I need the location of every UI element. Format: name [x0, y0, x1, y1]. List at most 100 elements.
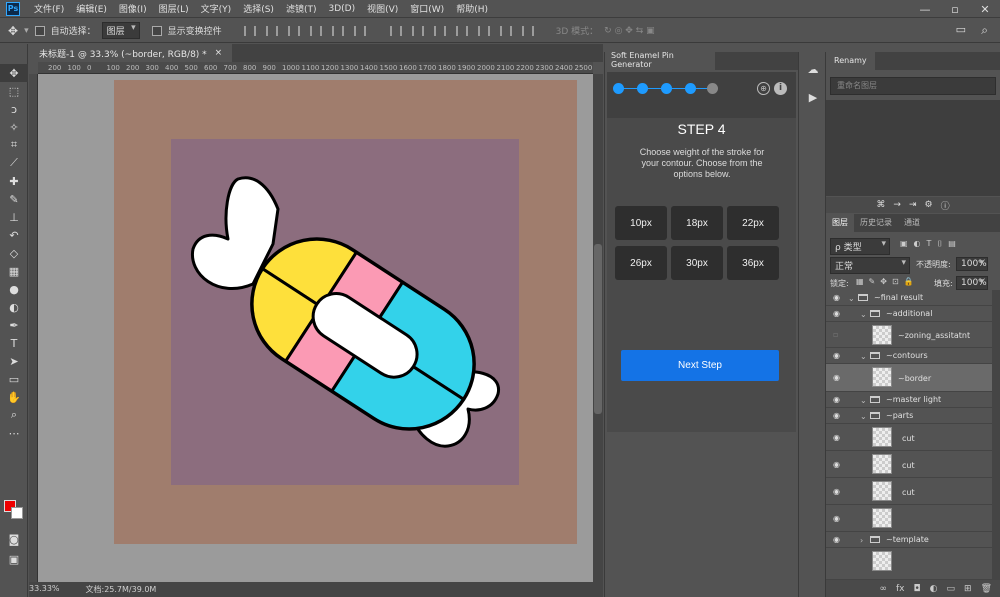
3d-orbit-icon[interactable]: ↻ ◎ ✥ ⇆ ▣ [604, 26, 654, 36]
align-left-icon[interactable] [309, 25, 322, 36]
rename-icon[interactable]: ⌘ [876, 200, 885, 210]
type-tool-icon[interactable]: T [0, 334, 28, 352]
menu-filter[interactable]: 滤镜(T) [280, 2, 323, 15]
layer-row[interactable] [826, 548, 992, 580]
expand-chevron-icon[interactable]: ⌄ [860, 412, 867, 421]
stroke-10px-button[interactable]: 10px [615, 206, 667, 240]
info-small-icon[interactable]: ⓘ [941, 199, 950, 212]
new-group-icon[interactable]: ▭ [947, 584, 956, 594]
step-dot-1[interactable] [613, 83, 624, 94]
lock-icons[interactable]: ▦✎✥⊡🔒 [856, 277, 919, 286]
stroke-30px-button[interactable]: 30px [671, 246, 723, 280]
brush-tool-icon[interactable]: ✎ [0, 190, 28, 208]
blur-tool-icon[interactable]: ● [0, 280, 28, 298]
search-icon[interactable]: ⌕ [981, 23, 988, 38]
lasso-tool-icon[interactable]: ↄ [0, 100, 28, 118]
arrow-right-icon[interactable]: → [893, 200, 901, 210]
restore-icon[interactable]: ▫ [940, 0, 970, 18]
globe-icon[interactable]: ⊕ [757, 82, 770, 95]
history-brush-tool-icon[interactable]: ↶ [0, 226, 28, 244]
renamy-search-input[interactable]: 重命名图层 [830, 77, 996, 95]
visibility-eye-icon[interactable]: ◉ [833, 487, 840, 496]
expand-chevron-icon[interactable]: › [860, 536, 863, 545]
tab-layers[interactable]: 图层 [826, 214, 854, 232]
clone-stamp-tool-icon[interactable]: ⊥ [0, 208, 28, 226]
vertical-scrollbar[interactable] [593, 74, 603, 582]
visibility-eye-icon[interactable]: ◉ [833, 309, 840, 318]
close-tab-icon[interactable]: × [215, 48, 223, 58]
visibility-eye-icon[interactable]: ◉ [833, 373, 840, 382]
marquee-tool-icon[interactable]: ⬚ [0, 82, 28, 100]
quick-mask-icon[interactable]: ◙ [0, 530, 28, 548]
libraries-icon[interactable]: ☁ [803, 60, 823, 78]
eraser-tool-icon[interactable]: ◇ [0, 244, 28, 262]
stroke-22px-button[interactable]: 22px [727, 206, 779, 240]
step-dot-4[interactable] [685, 83, 696, 94]
pen-tool-icon[interactable]: ✒ [0, 316, 28, 334]
distribute-vcenter-icon[interactable] [411, 25, 424, 36]
tool-preset-chevron-icon[interactable]: ▾ [24, 26, 29, 36]
visibility-eye-icon[interactable]: ◉ [833, 351, 840, 360]
layer-row[interactable]: ◉ cut [826, 451, 992, 478]
document-tab[interactable]: 未标题-1 @ 33.3% (~border, RGB/8) * × [29, 44, 233, 62]
menu-file[interactable]: 文件(F) [28, 2, 70, 15]
visibility-eye-icon[interactable]: ◉ [833, 411, 840, 420]
renamy-tab[interactable]: Renamy [826, 52, 875, 70]
layer-row[interactable]: ▫ ~zoning_assitatnt [826, 322, 992, 348]
menu-help[interactable]: 帮助(H) [450, 2, 494, 15]
visibility-eye-off-icon[interactable]: ▫ [833, 330, 838, 339]
workspace-icon[interactable]: ▭ [956, 23, 966, 36]
layer-row[interactable]: ◉ ⌄ ~additional [826, 306, 992, 322]
move-tool-icon[interactable]: ✥ [8, 24, 18, 38]
screen-mode-icon[interactable]: ▣ [0, 550, 28, 568]
eyedropper-tool-icon[interactable]: ⟋ [0, 154, 28, 172]
align-vcenter-icon[interactable] [265, 25, 278, 36]
distribute-left-icon[interactable] [455, 25, 468, 36]
shape-tool-icon[interactable]: ▭ [0, 370, 28, 388]
visibility-eye-icon[interactable]: ◉ [833, 395, 840, 404]
distribute-top-icon[interactable] [389, 25, 402, 36]
menu-select[interactable]: 选择(S) [237, 2, 280, 15]
link-layers-icon[interactable]: ∞ [880, 584, 888, 594]
visibility-eye-icon[interactable]: ◉ [833, 293, 840, 302]
visibility-eye-icon[interactable]: ◉ [833, 460, 840, 469]
layer-row[interactable]: ◉ ⌄ ~contours [826, 348, 992, 364]
expand-chevron-icon[interactable]: ⌄ [848, 294, 855, 303]
info-icon[interactable]: i [774, 82, 787, 95]
show-transform-checkbox[interactable] [151, 25, 162, 36]
auto-select-dropdown[interactable]: 图层 [101, 22, 140, 39]
expand-chevron-icon[interactable]: ⌄ [860, 310, 867, 319]
visibility-eye-icon[interactable]: ◉ [833, 514, 840, 523]
next-step-button[interactable]: Next Step [621, 350, 779, 381]
crop-tool-icon[interactable]: ⌗ [0, 136, 28, 154]
canvas-area[interactable] [38, 74, 593, 582]
step-dot-5[interactable] [707, 83, 718, 94]
zoom-level[interactable]: 33.33% [29, 584, 60, 597]
distribute-bottom-icon[interactable] [433, 25, 446, 36]
layer-filter-dropdown[interactable]: ρ 类型 [830, 238, 890, 255]
delete-layer-icon[interactable]: 🗑 [981, 584, 992, 594]
menu-view[interactable]: 视图(V) [361, 2, 404, 15]
filter-icons[interactable]: ▣◐T⌷▤ [900, 239, 962, 249]
minimize-icon[interactable]: — [910, 0, 940, 18]
export-icon[interactable]: ⇥ [909, 200, 917, 210]
vertical-scrollbar-thumb[interactable] [594, 244, 602, 414]
step-dot-3[interactable] [661, 83, 672, 94]
layer-row[interactable]: ◉ ⌄ ~final result [826, 290, 992, 306]
background-color-swatch[interactable] [11, 507, 23, 519]
expand-chevron-icon[interactable]: ⌄ [860, 396, 867, 405]
fill-input[interactable]: 100% [956, 276, 988, 290]
new-layer-icon[interactable]: ⊞ [964, 584, 972, 594]
stroke-18px-button[interactable]: 18px [671, 206, 723, 240]
menu-window[interactable]: 窗口(W) [404, 2, 450, 15]
stroke-26px-button[interactable]: 26px [615, 246, 667, 280]
step-dot-2[interactable] [637, 83, 648, 94]
dodge-tool-icon[interactable]: ◐ [0, 298, 28, 316]
path-selection-tool-icon[interactable]: ➤ [0, 352, 28, 370]
distribute-hcenter-icon[interactable] [477, 25, 490, 36]
expand-chevron-icon[interactable]: ⌄ [860, 352, 867, 361]
move-tool-icon[interactable]: ✥ [0, 64, 28, 82]
layer-row[interactable]: ◉ cut [826, 478, 992, 505]
tab-history[interactable]: 历史记录 [854, 214, 898, 232]
adjustment-layer-icon[interactable]: ◐ [930, 584, 938, 594]
